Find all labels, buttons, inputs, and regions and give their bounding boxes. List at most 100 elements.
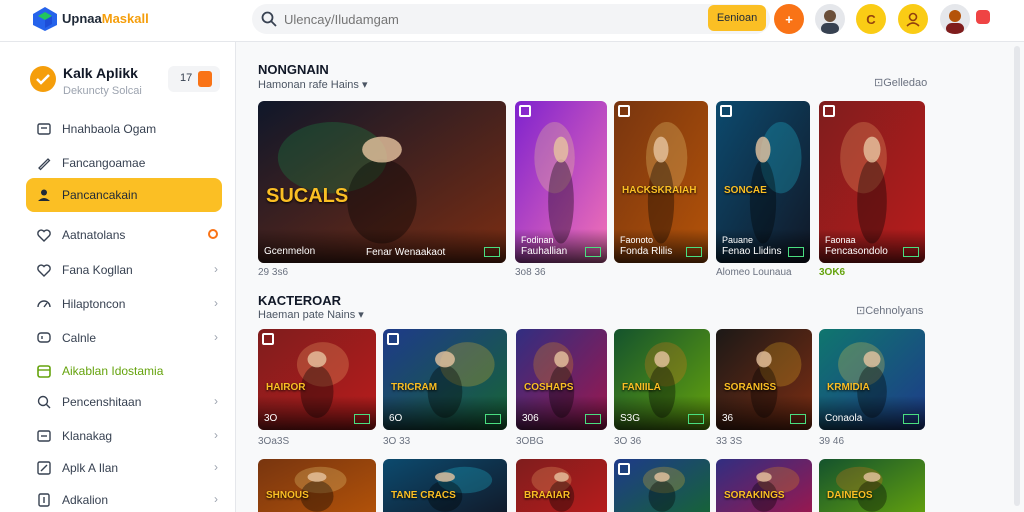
game-card[interactable]: SORANISS 36	[716, 329, 812, 430]
chevron-right-icon: ›	[214, 330, 218, 344]
game-card[interactable]: FANIILA S3G	[614, 329, 710, 430]
verified-icon	[30, 66, 56, 92]
game-stat: 39 46	[819, 436, 845, 447]
game-logo-text: SUCALS	[266, 185, 349, 207]
sidebar-item-9[interactable]: Pencenshitaan ›	[26, 385, 222, 419]
game-title: Fencasondolo	[825, 246, 888, 257]
game-logo-text: SORANISS	[724, 382, 777, 393]
profile-name: Kalk Aplikk	[63, 65, 138, 81]
edit-icon	[37, 461, 51, 475]
game-card[interactable]: HACKSKRAIAH Faonoto Fonda Rlilis	[614, 101, 708, 263]
sidebar-item-11[interactable]: Aplk A Ilan ›	[26, 451, 222, 485]
tag-icon	[686, 247, 702, 257]
game-card[interactable]: TRICRAM 6O	[383, 329, 507, 430]
game-card[interactable]: DAINEOS	[819, 459, 925, 512]
chevron-right-icon: ›	[214, 428, 218, 442]
brand-name[interactable]: UpnaaMaskall	[62, 11, 149, 26]
game-card[interactable]: COSHAPS 306	[516, 329, 607, 430]
game-stat: Alomeo Lounaua	[716, 267, 792, 278]
sidebar-item-label: Aatnatolans	[62, 228, 126, 242]
sidebar-item-label: Adkalion	[62, 493, 109, 507]
tag-icon	[903, 414, 919, 424]
tag-icon	[585, 414, 601, 424]
section-link-1[interactable]: ⊡Gelledao	[874, 76, 927, 89]
sidebar-item-label: Calnle	[62, 331, 97, 345]
game-card[interactable]: SHNOUS	[258, 459, 376, 512]
game-card[interactable]: Fodinan Fauhallian	[515, 101, 607, 263]
game-title: Fonda Rlilis	[620, 246, 673, 257]
profile-badge[interactable]: 17	[168, 66, 220, 92]
profile-card[interactable]: Kalk Aplikk Dekuncty Solcai 17	[30, 62, 222, 106]
user-avatar[interactable]	[815, 4, 845, 34]
search-button[interactable]: Eenioan	[708, 5, 766, 31]
game-thumbnail	[716, 459, 812, 512]
game-stat: 33 3S	[716, 436, 743, 447]
game-stat: 29 3s6	[258, 267, 289, 278]
game-stat: 3O 36	[614, 436, 642, 447]
game-card[interactable]: BRAAIAR	[516, 459, 607, 512]
corner-badge-icon	[618, 105, 630, 117]
game-stat: 3o8 36	[515, 267, 546, 278]
game-logo-text: COSHAPS	[524, 382, 574, 393]
notification-icon[interactable]	[976, 10, 990, 24]
coins-button[interactable]: C	[856, 4, 886, 34]
game-logo-text: HAIROR	[266, 382, 306, 393]
game-card[interactable]: TANE CRACS	[383, 459, 507, 512]
game-card[interactable]: Faonaa Fencasondolo	[819, 101, 925, 263]
game-logo-text: BRAAIAR	[524, 490, 571, 501]
main-content: NONGNAIN Hamonan rafe Hains ▾ ⊡Gelledao …	[236, 42, 1024, 512]
chevron-right-icon: ›	[214, 262, 218, 276]
sidebar-item-2[interactable]: Fancangoamae	[26, 146, 222, 180]
section-filter-2[interactable]: Haeman pate Nains ▾	[258, 308, 364, 321]
section-filter-1[interactable]: Hamonan rafe Hains ▾	[258, 78, 367, 91]
image-icon	[37, 123, 51, 135]
sidebar-item-5[interactable]: Fana Kogllan ›	[26, 253, 222, 287]
search-bar[interactable]	[252, 4, 770, 34]
game-card[interactable]: SUCALS Gcenmelon	[258, 101, 506, 263]
game-card[interactable]: SORAKINGS	[716, 459, 812, 512]
corner-badge-icon	[618, 463, 630, 475]
sidebar-item-6[interactable]: Hilaptoncon ›	[26, 287, 222, 321]
section-link-2[interactable]: ⊡Cehnolyans	[856, 304, 923, 317]
app-logo-icon[interactable]	[32, 6, 58, 32]
sidebar-item-label: Pencenshitaan	[62, 395, 142, 409]
section-filter-2-label: Haeman pate Nains	[258, 309, 356, 321]
sidebar: Kalk Aplikk Dekuncty Solcai 17 Hnahbaola…	[0, 42, 236, 512]
game-logo-text: KRMIDIA	[827, 382, 870, 393]
avatar-icon	[821, 10, 839, 34]
scrollbar[interactable]	[1014, 46, 1020, 506]
create-button[interactable]: +	[774, 4, 804, 34]
game-stat: 3OK6	[819, 267, 846, 278]
game-logo-text: TRICRAM	[391, 382, 438, 393]
profile-button[interactable]	[898, 4, 928, 34]
game-card[interactable]	[614, 459, 710, 512]
section-link-1-label: Gelledao	[883, 77, 928, 89]
game-card[interactable]: HAIROR 3O	[258, 329, 376, 430]
sidebar-item-label: Pancancakain	[62, 188, 138, 202]
sidebar-item-3[interactable]: Pancancakain	[26, 178, 222, 212]
game-stat: 3OBG	[516, 436, 544, 447]
sidebar-item-10[interactable]: Klanakag ›	[26, 419, 222, 453]
search-input[interactable]	[284, 9, 664, 29]
game-logo-text: SONCAE	[724, 185, 767, 196]
game-card[interactable]: SONCAE Pauane Fenao Llidins	[716, 101, 810, 263]
alert-icon	[208, 229, 218, 239]
sidebar-item-7[interactable]: Calnle ›	[26, 321, 222, 355]
coin-icon: C	[866, 11, 876, 27]
secondary-avatar[interactable]	[940, 4, 970, 34]
section-title-2: KACTEROAR	[258, 293, 342, 308]
game-subtitle: Fodinan	[521, 235, 554, 245]
sidebar-item-12[interactable]: Adkalion ›	[26, 483, 222, 512]
heart-icon	[37, 264, 51, 277]
section-title-1: NONGNAIN	[258, 62, 329, 77]
sidebar-item-8[interactable]: Aikablan Idostamia	[26, 354, 222, 388]
brand-name-part-1: Upnaa	[62, 11, 102, 26]
gift-icon	[198, 71, 212, 87]
tag-icon	[485, 414, 501, 424]
sidebar-item-1[interactable]: Hnahbaola Ogam	[26, 112, 222, 146]
game-stat: 3O 33	[383, 436, 411, 447]
chevron-right-icon: ›	[214, 394, 218, 408]
see-all-icon: ⊡	[856, 305, 866, 317]
sidebar-item-4[interactable]: Aatnatolans	[26, 218, 222, 252]
game-card[interactable]: KRMIDIA Conaola	[819, 329, 925, 430]
